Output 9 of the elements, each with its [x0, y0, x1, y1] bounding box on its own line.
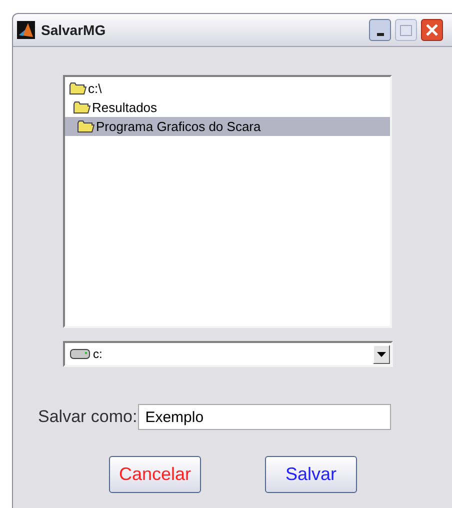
save-button[interactable]: Salvar: [265, 456, 357, 493]
folder-item[interactable]: c:\: [65, 79, 390, 98]
folder-item[interactable]: Resultados: [65, 98, 390, 117]
drive-dropdown[interactable]: c:: [63, 341, 393, 367]
folder-item[interactable]: Programa Graficos do Scara: [65, 117, 390, 136]
filename-field[interactable]: Exemplo: [138, 404, 392, 430]
save-as-label: Salvar como:: [38, 406, 138, 428]
window-title: SalvarMG: [41, 20, 106, 40]
drive-value: c:: [93, 346, 102, 363]
